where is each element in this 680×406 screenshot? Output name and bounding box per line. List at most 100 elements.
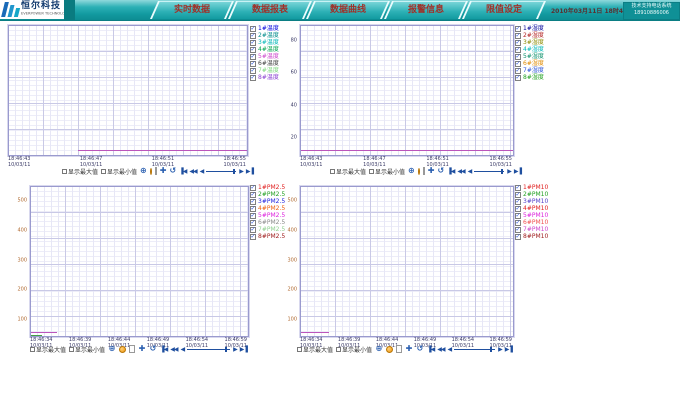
legend-checkbox[interactable]: ✓ (515, 185, 521, 191)
fast-backward-button[interactable]: ◀◀ (437, 346, 444, 353)
legend-checkbox[interactable]: ✓ (515, 220, 521, 226)
pan-icon[interactable]: ✚ (405, 345, 413, 353)
legend-checkbox[interactable]: ✓ (515, 199, 521, 205)
step-forward-button[interactable]: ▶ (507, 168, 511, 175)
pan-icon[interactable]: ✚ (138, 345, 146, 353)
legend-checkbox[interactable]: ✓ (515, 54, 521, 60)
step-forward-button[interactable]: ▶ (498, 346, 502, 353)
plot-area[interactable] (300, 25, 514, 156)
legend-checkbox[interactable]: ✓ (250, 75, 256, 81)
legend-checkbox[interactable]: ✓ (515, 75, 521, 81)
time-scrollbar[interactable] (187, 347, 230, 352)
legend-checkbox[interactable]: ✓ (515, 47, 521, 53)
toolbar-checkbox[interactable] (69, 347, 74, 352)
scrollbar-handle[interactable] (225, 347, 227, 352)
step-forward-button[interactable]: ▶ (233, 346, 237, 353)
legend-checkbox[interactable]: ✓ (250, 68, 256, 74)
legend-checkbox[interactable]: ✓ (515, 40, 521, 46)
toolbar-checkbox-label: 显示最大值 (303, 345, 333, 354)
refresh-icon[interactable]: ↺ (416, 345, 424, 353)
plot-area[interactable] (8, 25, 248, 156)
nav-tab-4[interactable]: 报警信息 (384, 1, 468, 19)
seek-start-button[interactable]: ▐◀ (427, 346, 434, 353)
legend-checkbox[interactable]: ✓ (515, 227, 521, 233)
toolbar-checkbox[interactable] (62, 169, 67, 174)
legend-checkbox[interactable]: ✓ (250, 26, 256, 32)
seek-end-button[interactable]: ▶▐ (246, 168, 253, 175)
refresh-icon[interactable]: ↺ (149, 345, 157, 353)
step-backward-button[interactable]: ◀ (468, 168, 472, 175)
legend-checkbox[interactable]: ✓ (515, 234, 521, 240)
chart-legend: ✓1#PM2.5✓2#PM2.5✓3#PM2.5✓4#PM2.5✓5#PM2.5… (250, 184, 285, 240)
clock-icon[interactable] (119, 346, 126, 353)
fast-backward-button[interactable]: ◀◀ (189, 168, 196, 175)
scrollbar-handle[interactable] (490, 347, 492, 352)
clock-icon[interactable] (418, 168, 420, 175)
snapshot-icon[interactable] (423, 167, 425, 175)
seek-end-button[interactable]: ▶▐ (514, 168, 521, 175)
legend-checkbox[interactable]: ✓ (515, 213, 521, 219)
legend-checkbox[interactable]: ✓ (250, 199, 256, 205)
legend-checkbox[interactable]: ✓ (250, 185, 256, 191)
refresh-icon[interactable]: ↺ (437, 167, 444, 175)
seek-end-button[interactable]: ▶▐ (240, 346, 247, 353)
plot-area[interactable] (30, 186, 249, 337)
zoom-in-icon[interactable]: ⊕ (375, 345, 383, 353)
nav-tab-2[interactable]: 数据报表 (228, 1, 312, 19)
snapshot-icon[interactable] (396, 345, 402, 353)
legend-checkbox[interactable]: ✓ (250, 54, 256, 60)
seek-start-button[interactable]: ▐◀ (179, 168, 186, 175)
nav-tab-3[interactable]: 数据曲线 (306, 1, 390, 19)
toolbar-checkbox[interactable] (297, 347, 302, 352)
legend-checkbox[interactable]: ✓ (515, 61, 521, 67)
y-axis-tick: 400 (287, 228, 297, 233)
pan-icon[interactable]: ✚ (160, 167, 167, 175)
step-forward-button[interactable]: ▶ (239, 168, 243, 175)
time-scrollbar[interactable] (454, 347, 495, 352)
legend-checkbox[interactable]: ✓ (250, 47, 256, 53)
legend-checkbox[interactable]: ✓ (515, 26, 521, 32)
zoom-in-icon[interactable]: ⊕ (140, 167, 147, 175)
step-backward-button[interactable]: ◀ (200, 168, 204, 175)
legend-checkbox[interactable]: ✓ (250, 220, 256, 226)
step-backward-button[interactable]: ◀ (448, 346, 452, 353)
time-scrollbar[interactable] (206, 169, 236, 174)
legend-checkbox[interactable]: ✓ (250, 61, 256, 67)
nav-tab-1[interactable]: 实时数据 (150, 1, 234, 19)
toolbar-checkbox[interactable] (336, 347, 341, 352)
toolbar-checkbox[interactable] (369, 169, 374, 174)
toolbar-checkbox[interactable] (30, 347, 35, 352)
legend-checkbox[interactable]: ✓ (250, 227, 256, 233)
legend-checkbox[interactable]: ✓ (515, 192, 521, 198)
snapshot-icon[interactable] (129, 345, 135, 353)
fast-backward-button[interactable]: ◀◀ (170, 346, 177, 353)
time-scrollbar[interactable] (474, 169, 504, 174)
scrollbar-handle[interactable] (501, 169, 503, 174)
seek-start-button[interactable]: ▐◀ (447, 168, 454, 175)
legend-checkbox[interactable]: ✓ (250, 33, 256, 39)
step-backward-button[interactable]: ◀ (181, 346, 185, 353)
nav-tab-5[interactable]: 限值设定 (462, 1, 546, 19)
seek-start-button[interactable]: ▐◀ (160, 346, 167, 353)
snapshot-icon[interactable] (155, 167, 157, 175)
clock-icon[interactable] (386, 346, 393, 353)
pan-icon[interactable]: ✚ (428, 167, 435, 175)
toolbar-checkbox[interactable] (101, 169, 106, 174)
legend-checkbox[interactable]: ✓ (515, 206, 521, 212)
zoom-in-icon[interactable]: ⊕ (408, 167, 415, 175)
plot-area[interactable] (300, 186, 514, 337)
legend-checkbox[interactable]: ✓ (250, 206, 256, 212)
zoom-in-icon[interactable]: ⊕ (108, 345, 116, 353)
legend-checkbox[interactable]: ✓ (250, 234, 256, 240)
seek-end-button[interactable]: ▶▐ (505, 346, 512, 353)
refresh-icon[interactable]: ↺ (169, 167, 176, 175)
scrollbar-handle[interactable] (233, 169, 235, 174)
fast-backward-button[interactable]: ◀◀ (457, 168, 464, 175)
legend-checkbox[interactable]: ✓ (250, 40, 256, 46)
clock-icon[interactable] (150, 168, 152, 175)
legend-checkbox[interactable]: ✓ (250, 192, 256, 198)
legend-checkbox[interactable]: ✓ (515, 33, 521, 39)
legend-checkbox[interactable]: ✓ (515, 68, 521, 74)
legend-checkbox[interactable]: ✓ (250, 213, 256, 219)
toolbar-checkbox[interactable] (330, 169, 335, 174)
